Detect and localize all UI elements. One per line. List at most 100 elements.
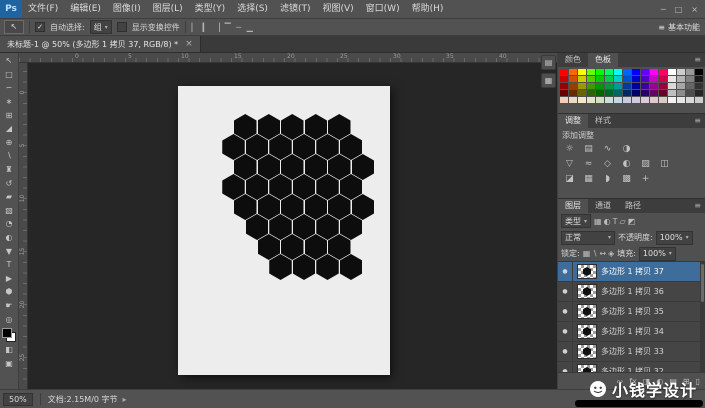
color-chips[interactable] xyxy=(2,328,16,342)
eyedropper-tool[interactable]: ◢ xyxy=(1,122,17,136)
brush-tool[interactable]: ∖ xyxy=(1,149,17,163)
pen-tool[interactable]: ▼ xyxy=(1,244,17,258)
layer-row[interactable]: ●多边形 1 拷贝 36 xyxy=(558,282,705,302)
color-swatch[interactable] xyxy=(605,90,613,96)
quick-selection-tool[interactable]: ∗ xyxy=(1,95,17,109)
tool-preset-icon[interactable]: ↖ xyxy=(4,20,24,34)
color-swatch[interactable] xyxy=(587,69,595,75)
vibrance-icon[interactable]: ▽ xyxy=(561,157,578,170)
color-swatch[interactable] xyxy=(695,69,703,75)
color-swatch[interactable] xyxy=(578,83,586,89)
close-button[interactable]: × xyxy=(691,5,698,14)
tab-color[interactable]: 颜色 xyxy=(558,53,588,67)
color-swatch[interactable] xyxy=(623,90,631,96)
black-white-icon[interactable]: ◐ xyxy=(618,157,635,170)
color-swatch[interactable] xyxy=(578,90,586,96)
color-balance-icon[interactable]: ◇ xyxy=(599,157,616,170)
close-tab-icon[interactable]: × xyxy=(185,39,193,49)
brightness-contrast-icon[interactable]: ☼ xyxy=(561,142,578,155)
color-swatch[interactable] xyxy=(560,69,568,75)
lock-transparency[interactable]: ▦ xyxy=(583,249,591,258)
color-swatch[interactable] xyxy=(614,97,622,103)
filter-smart-objects[interactable]: ◩ xyxy=(628,217,636,226)
filter-adjustment-layers[interactable]: ◐ xyxy=(604,217,611,226)
layer-row[interactable]: ●多边形 1 拷贝 34 xyxy=(558,322,705,342)
color-swatch[interactable] xyxy=(578,97,586,103)
lock-paint[interactable]: ∖ xyxy=(592,249,597,258)
color-swatch[interactable] xyxy=(632,76,640,82)
healing-brush-tool[interactable]: ⊕ xyxy=(1,136,17,150)
layer-row[interactable]: ●多边形 1 拷贝 32 xyxy=(558,362,705,372)
align-center-h-icon[interactable]: ▎ xyxy=(202,23,210,32)
color-swatch[interactable] xyxy=(569,83,577,89)
filter-shape-layers[interactable]: ▱ xyxy=(619,217,625,226)
photo-filter-icon[interactable]: ▨ xyxy=(637,157,654,170)
color-swatch[interactable] xyxy=(569,69,577,75)
color-swatch[interactable] xyxy=(695,97,703,103)
tab-styles[interactable]: 样式 xyxy=(588,114,618,128)
gradient-map-icon[interactable]: ▩ xyxy=(618,172,635,185)
visibility-eye-icon[interactable]: ● xyxy=(558,282,573,301)
clone-stamp-tool[interactable]: ♜ xyxy=(1,163,17,177)
layer-list-scrollbar[interactable] xyxy=(700,262,705,372)
color-swatch[interactable] xyxy=(686,69,694,75)
color-swatch[interactable] xyxy=(668,97,676,103)
panel-menu-icon[interactable]: ≡ xyxy=(694,53,705,67)
align-left-icon[interactable]: ▏ xyxy=(191,23,199,32)
color-swatch[interactable] xyxy=(560,76,568,82)
color-swatch[interactable] xyxy=(614,69,622,75)
layer-row[interactable]: ●多边形 1 拷贝 33 xyxy=(558,342,705,362)
color-swatch[interactable] xyxy=(632,69,640,75)
workspace-switcher[interactable]: ≡ 基本功能 xyxy=(658,22,700,33)
color-swatch[interactable] xyxy=(569,76,577,82)
color-swatch[interactable] xyxy=(596,76,604,82)
eraser-tool[interactable]: ▰ xyxy=(1,190,17,204)
color-swatch[interactable] xyxy=(641,90,649,96)
color-swatch[interactable] xyxy=(623,69,631,75)
color-swatch[interactable] xyxy=(659,83,667,89)
visibility-eye-icon[interactable]: ● xyxy=(558,342,573,361)
color-swatch[interactable] xyxy=(677,69,685,75)
menu-item[interactable]: 选择(S) xyxy=(231,0,274,18)
color-swatch[interactable] xyxy=(614,90,622,96)
menu-item[interactable]: 图像(I) xyxy=(107,0,147,18)
hand-tool[interactable]: ☛ xyxy=(1,299,17,313)
selective-color-icon[interactable]: + xyxy=(637,172,654,185)
color-swatch[interactable] xyxy=(668,69,676,75)
color-swatch[interactable] xyxy=(641,76,649,82)
show-transform-checkbox[interactable] xyxy=(117,22,127,32)
color-swatch[interactable] xyxy=(686,90,694,96)
lock-position[interactable]: ↔ xyxy=(599,249,606,258)
levels-icon[interactable]: ▤ xyxy=(580,142,597,155)
fill-dropdown[interactable]: 100% ▾ xyxy=(639,247,676,261)
gradient-tool[interactable]: ▧ xyxy=(1,204,17,218)
color-swatch[interactable] xyxy=(641,69,649,75)
shape-tool[interactable]: ⬢ xyxy=(1,285,17,299)
tab-paths[interactable]: 路径 xyxy=(618,199,648,213)
layer-filter-dropdown[interactable]: 类型 ▾ xyxy=(561,214,591,228)
color-swatch[interactable] xyxy=(569,97,577,103)
color-swatch[interactable] xyxy=(650,76,658,82)
color-swatch[interactable] xyxy=(605,69,613,75)
color-swatch[interactable] xyxy=(650,69,658,75)
dodge-tool[interactable]: ◐ xyxy=(1,231,17,245)
color-swatch[interactable] xyxy=(623,76,631,82)
hue-saturation-icon[interactable]: ≈ xyxy=(580,157,597,170)
color-swatch[interactable] xyxy=(605,83,613,89)
color-swatch[interactable] xyxy=(686,83,694,89)
document-page[interactable] xyxy=(178,86,390,375)
status-menu-arrow-icon[interactable]: ▸ xyxy=(123,395,127,404)
filter-pixel-layers[interactable]: ▦ xyxy=(594,217,602,226)
color-swatch[interactable] xyxy=(659,97,667,103)
path-selection-tool[interactable]: ▶ xyxy=(1,272,17,286)
color-swatch[interactable] xyxy=(668,83,676,89)
visibility-eye-icon[interactable]: ● xyxy=(558,362,573,372)
align-right-icon[interactable]: ▕ xyxy=(213,23,221,32)
align-top-icon[interactable]: ▔ xyxy=(224,23,232,32)
menu-item[interactable]: 滤镜(T) xyxy=(274,0,317,18)
color-swatch[interactable] xyxy=(632,90,640,96)
restore-button[interactable]: □ xyxy=(675,5,683,14)
visibility-eye-icon[interactable]: ● xyxy=(558,262,573,281)
collapsed-history-panel-icon[interactable]: ▤ xyxy=(541,55,556,70)
exposure-icon[interactable]: ◑ xyxy=(618,142,635,155)
